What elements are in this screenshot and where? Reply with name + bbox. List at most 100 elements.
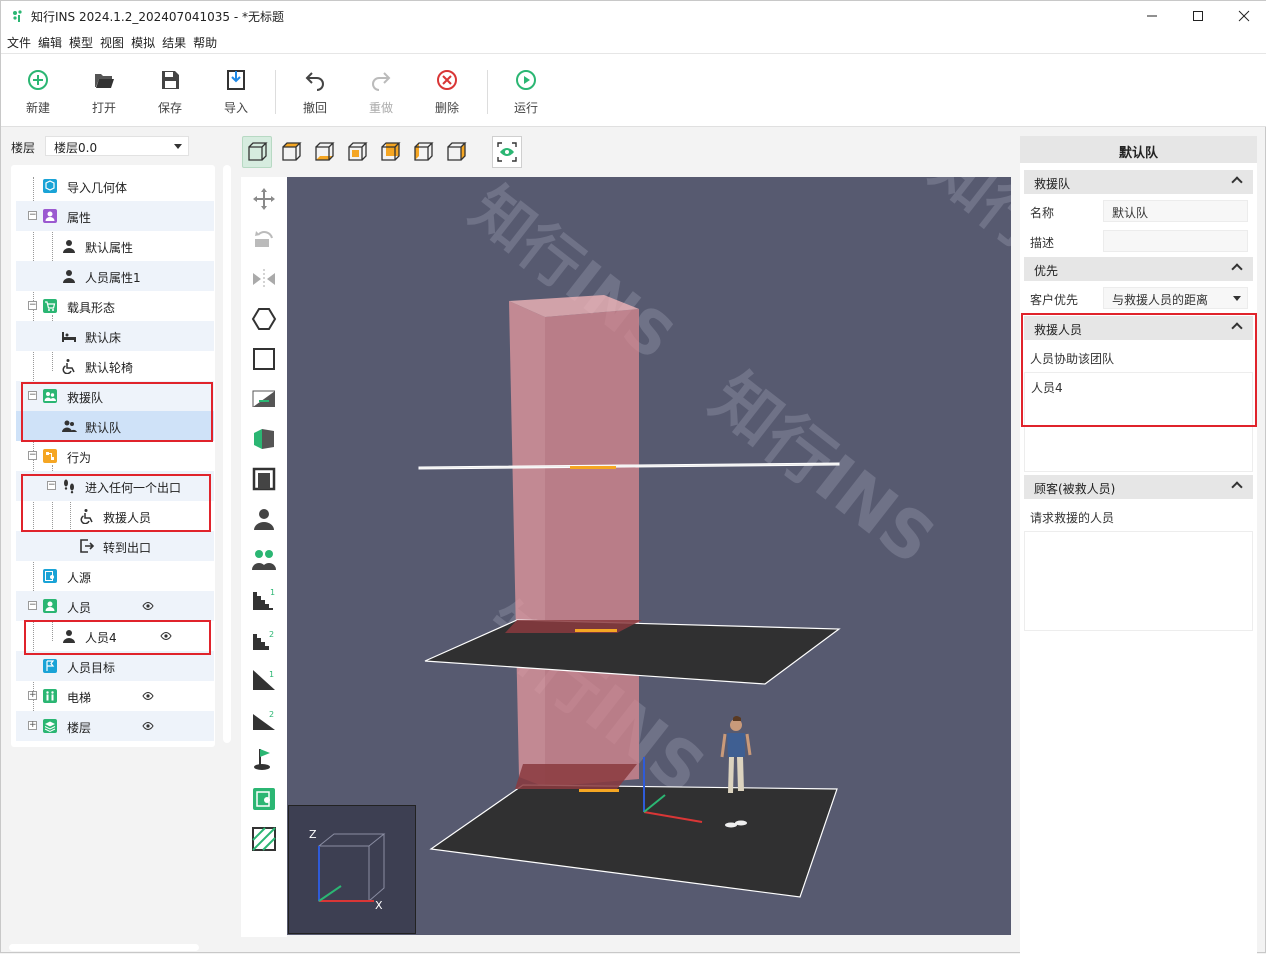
undo-button[interactable]: 撤回: [290, 68, 340, 116]
chevron-up-icon[interactable]: [1231, 263, 1243, 275]
tree-item-elevator[interactable]: + 电梯: [16, 681, 214, 711]
name-input[interactable]: 默认队: [1103, 200, 1248, 222]
undo-label: 撤回: [302, 101, 327, 115]
view-visibility-button[interactable]: [492, 136, 522, 168]
obstacle-icon[interactable]: [250, 825, 278, 853]
run-button[interactable]: 运行: [501, 68, 551, 116]
menu-edit[interactable]: 编辑: [38, 31, 68, 53]
section-priority[interactable]: 优先: [1024, 257, 1253, 281]
import-button[interactable]: 导入: [211, 68, 261, 116]
highlight-behavior: [21, 474, 211, 532]
stair2-icon[interactable]: 2: [250, 625, 278, 653]
svg-text:2: 2: [269, 710, 274, 719]
delete-button[interactable]: 删除: [422, 68, 472, 116]
tree-label: 人员: [67, 601, 92, 615]
chevron-up-icon[interactable]: [1231, 176, 1243, 188]
door-icon[interactable]: [250, 385, 278, 413]
tree-item-persons[interactable]: − 人员: [16, 591, 214, 621]
view-bottom-button[interactable]: [309, 136, 339, 168]
mirror-icon[interactable]: [250, 265, 278, 293]
collapse-icon[interactable]: −: [28, 451, 37, 460]
target-flag-icon[interactable]: [250, 745, 278, 773]
new-button[interactable]: 新建: [13, 68, 63, 116]
room-icon[interactable]: [250, 465, 278, 493]
floor-dropdown[interactable]: 楼层0.0: [45, 136, 189, 156]
client-priority-dropdown[interactable]: 与救援人员的距离: [1103, 287, 1248, 309]
tree-label: 行为: [67, 451, 92, 465]
person-add-icon[interactable]: [250, 505, 278, 533]
tree-item-attributes[interactable]: − 属性: [16, 201, 214, 231]
move-icon[interactable]: [250, 185, 278, 213]
expand-icon[interactable]: +: [28, 721, 37, 730]
horizontal-scrollbar[interactable]: [9, 944, 199, 951]
stair1-icon[interactable]: 1: [250, 585, 278, 613]
tree-item-default-wheelchair[interactable]: 默认轮椅: [16, 351, 214, 381]
open-button[interactable]: 打开: [79, 68, 129, 116]
minimize-button[interactable]: [1129, 1, 1175, 31]
collapse-icon[interactable]: −: [28, 601, 37, 610]
menu-view[interactable]: 视图: [100, 31, 130, 53]
view-back-button[interactable]: [375, 136, 405, 168]
chevron-up-icon[interactable]: [1231, 481, 1243, 493]
person-badge-icon: [43, 209, 57, 223]
collapse-icon[interactable]: −: [28, 211, 37, 220]
new-label: 新建: [25, 101, 50, 115]
rectangle-icon[interactable]: [250, 345, 278, 373]
highlight-rescuers: [1021, 313, 1257, 427]
tree-item-person-source[interactable]: 人源: [16, 561, 214, 591]
menu-file[interactable]: 文件: [7, 31, 37, 53]
tree-item-floors[interactable]: + 楼层: [16, 711, 214, 741]
menu-simulate[interactable]: 模拟: [131, 31, 161, 53]
section-rescue-team[interactable]: 救援队: [1024, 170, 1253, 194]
tree-item-default-bed[interactable]: 默认床: [16, 321, 214, 351]
axis-x-label: X: [375, 899, 383, 912]
tree-item-carrier-shape[interactable]: − 载具形态: [16, 291, 214, 321]
view-front-button[interactable]: [342, 136, 372, 168]
rotate-icon[interactable]: [250, 225, 278, 253]
desc-input[interactable]: [1103, 230, 1248, 252]
source-icon[interactable]: [250, 785, 278, 813]
svg-text:1: 1: [270, 588, 275, 597]
model-tree: 导入几何体 − 属性 默认属性 人员属性1 − 载具形态 默认床 默认轮椅 − …: [11, 165, 215, 747]
collapse-icon[interactable]: −: [28, 301, 37, 310]
tree-item-default-attr[interactable]: 默认属性: [16, 231, 214, 261]
tree-item-person-attr1[interactable]: 人员属性1: [16, 261, 214, 291]
cart-icon: [43, 299, 57, 313]
eye-icon[interactable]: [142, 690, 154, 702]
tree-label: 人源: [67, 571, 92, 585]
eye-icon[interactable]: [142, 720, 154, 732]
menu-model[interactable]: 模型: [69, 31, 99, 53]
group-add-icon[interactable]: [250, 545, 278, 573]
polygon-icon[interactable]: [250, 305, 278, 333]
save-button[interactable]: 保存: [145, 68, 195, 116]
redo-icon: [372, 72, 391, 91]
import-icon: [227, 70, 245, 90]
delete-circle-icon: [437, 70, 457, 90]
person-badge-icon: [43, 599, 57, 613]
import-label: 导入: [223, 101, 248, 115]
view-top-button[interactable]: [276, 136, 306, 168]
app-window: 知行INS 2024.1.2_202407041035 - *无标题 文件 编辑…: [0, 0, 1266, 954]
tree-scrollbar[interactable]: [223, 165, 231, 743]
redo-button[interactable]: 重做: [356, 68, 406, 116]
view-right-button[interactable]: [441, 136, 471, 168]
ramp2-icon[interactable]: 2: [250, 705, 278, 733]
eye-icon[interactable]: [142, 600, 154, 612]
chevron-down-icon: [174, 144, 182, 149]
section-clients[interactable]: 顾客(被救人员): [1024, 475, 1253, 499]
view-3d-button[interactable]: [242, 136, 272, 168]
property-panel: 默认队 救援队 名称 默认队 描述 优先 客户优先 与救援人员的距离 救援人员 …: [1020, 136, 1257, 954]
tree-item-behavior[interactable]: − 行为: [16, 441, 214, 471]
tree-item-person-target[interactable]: 人员目标: [16, 651, 214, 681]
tree-item-goto-exit[interactable]: 转到出口: [16, 531, 214, 561]
maximize-button[interactable]: [1175, 1, 1221, 31]
tree-item-import-geometry[interactable]: 导入几何体: [16, 171, 214, 201]
close-button[interactable]: [1221, 1, 1266, 31]
expand-icon[interactable]: +: [28, 691, 37, 700]
menu-results[interactable]: 结果: [162, 31, 192, 53]
wall-icon[interactable]: [250, 425, 278, 453]
ramp1-icon[interactable]: 1: [250, 665, 278, 693]
menu-help[interactable]: 帮助: [193, 31, 223, 53]
view-left-button[interactable]: [408, 136, 438, 168]
clients-list[interactable]: [1024, 531, 1253, 631]
